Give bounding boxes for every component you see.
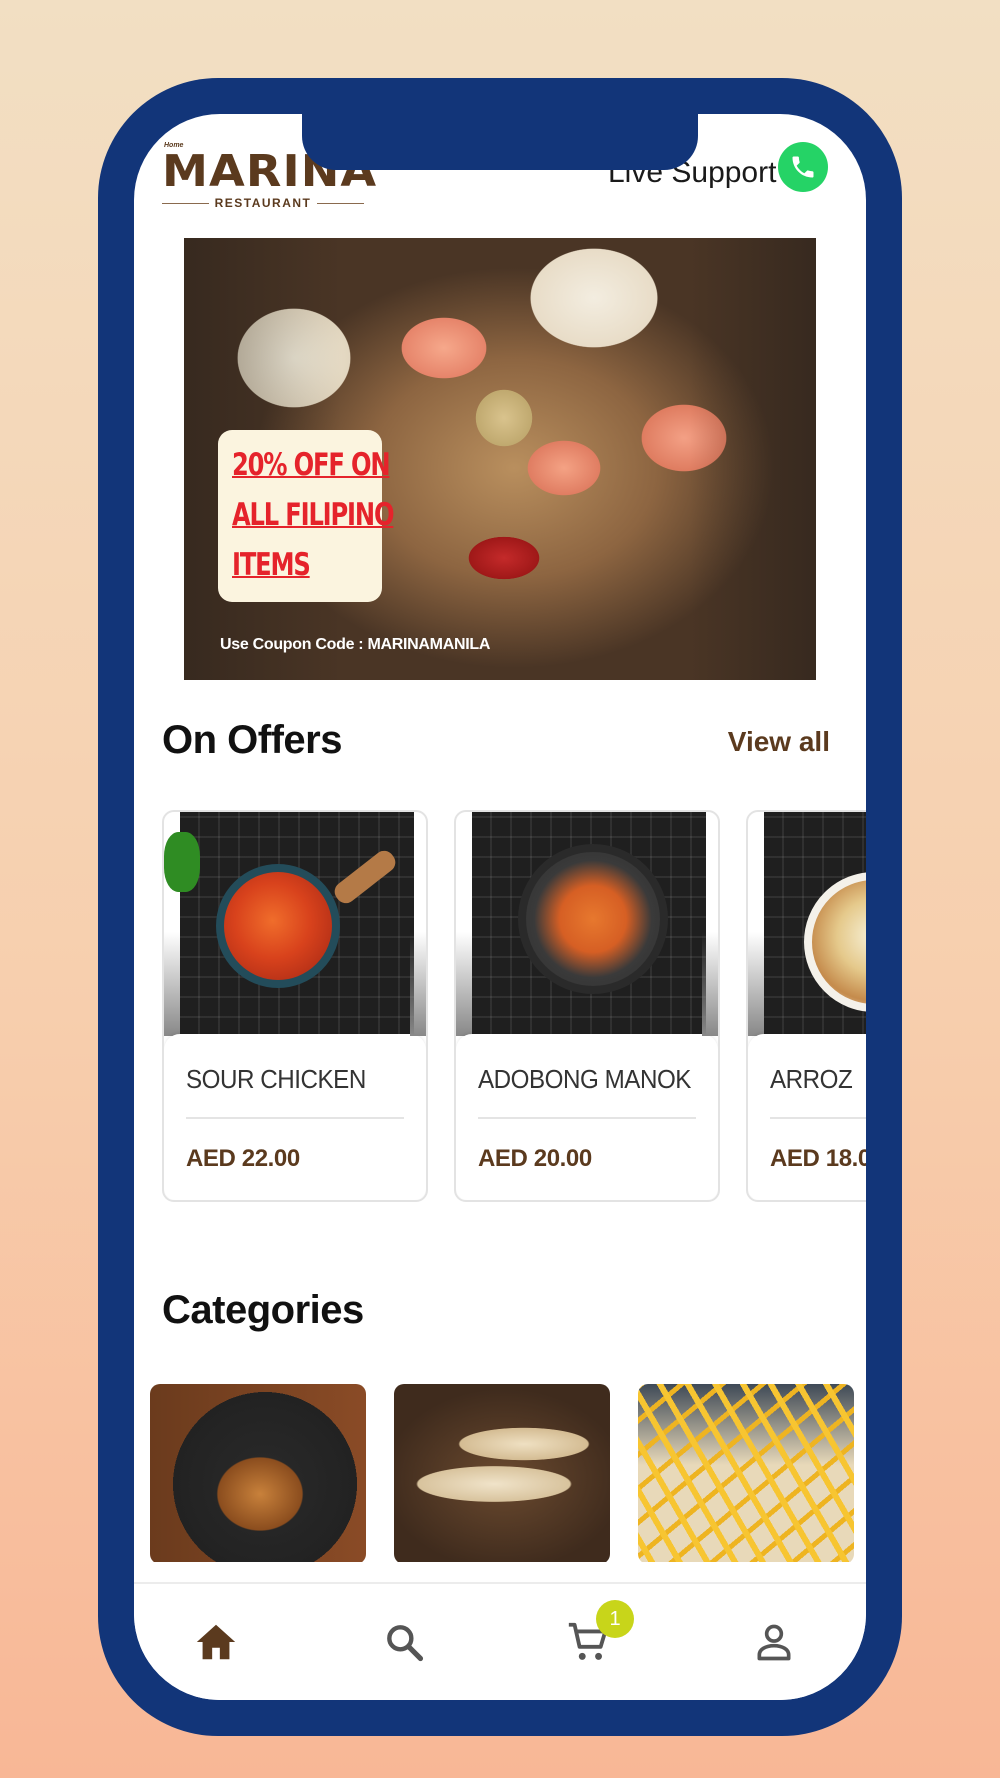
phone-frame: Home MARINA RESTAURANT Live Support 20% … (98, 78, 902, 1736)
nav-search-button[interactable] (376, 1614, 432, 1670)
promo-callout: 20% OFF ON ALL FILIPINO ITEMS (218, 430, 395, 602)
phone-notch (302, 114, 698, 170)
offer-divider (478, 1117, 696, 1119)
offer-card[interactable]: ARROZ AED 18.0 (746, 810, 866, 1202)
coupon-code-text: Use Coupon Code : MARINAMANILA (220, 636, 491, 653)
categories-carousel[interactable] (150, 1384, 854, 1564)
logo-rule-right (317, 202, 364, 204)
offer-divider (770, 1117, 866, 1119)
promo-line-1: 20% OFF ON (232, 447, 391, 483)
promo-line-3: ITEMS (232, 547, 311, 583)
categories-fade (134, 1562, 866, 1582)
offer-price: AED 18.0 (770, 1145, 866, 1172)
offer-info: ADOBONG MANOK AED 20.00 (456, 1034, 718, 1200)
offer-name: SOUR CHICKEN (186, 1064, 366, 1094)
offer-info: ARROZ AED 18.0 (748, 1034, 866, 1200)
offer-price: AED 20.00 (478, 1145, 592, 1172)
offer-image (472, 812, 706, 1036)
promo-banner[interactable]: 20% OFF ON ALL FILIPINO ITEMS Use Coupon… (184, 238, 816, 680)
whatsapp-icon[interactable] (778, 142, 828, 192)
nav-home-button[interactable] (188, 1614, 244, 1670)
logo-subtitle-row: RESTAURANT (162, 196, 364, 210)
home-icon (196, 1624, 236, 1660)
adobong-manok-dish (518, 844, 668, 994)
logo-subtitle: RESTAURANT (214, 196, 312, 210)
cart-count-badge: 1 (596, 1600, 634, 1638)
pepper-garnish (164, 832, 200, 892)
offer-card[interactable]: ADOBONG MANOK AED 20.00 (454, 810, 720, 1202)
category-card-fries[interactable] (638, 1384, 854, 1564)
category-card-wraps[interactable] (394, 1384, 610, 1564)
offer-name: ADOBONG MANOK (478, 1064, 691, 1094)
nav-profile-button[interactable] (746, 1614, 802, 1670)
offer-info: SOUR CHICKEN AED 22.00 (164, 1034, 426, 1200)
bottom-navigation: 1 (134, 1582, 866, 1700)
search-icon (387, 1625, 424, 1662)
nav-cart-button[interactable]: 1 (560, 1600, 634, 1670)
offer-name: ARROZ (770, 1064, 853, 1094)
phone-handset-icon (792, 156, 814, 178)
app-screen: Home MARINA RESTAURANT Live Support 20% … (134, 114, 866, 1700)
pan-handle (330, 846, 400, 908)
logo-rule-left (162, 202, 209, 204)
categories-title: Categories (162, 1288, 364, 1332)
offer-card[interactable]: SOUR CHICKEN AED 22.00 (162, 810, 428, 1202)
offer-divider (186, 1117, 404, 1119)
offer-price: AED 22.00 (186, 1145, 300, 1172)
view-all-link[interactable]: View all (728, 726, 830, 758)
category-card-chicken[interactable] (150, 1384, 366, 1564)
offer-image (764, 812, 866, 1036)
profile-icon (757, 1624, 791, 1661)
offers-carousel[interactable]: SOUR CHICKEN AED 22.00 ADOBONG MANOK AED… (162, 810, 866, 1210)
arroz-dish (804, 872, 866, 1012)
promo-line-2: ALL FILIPINO (232, 497, 395, 533)
sour-chicken-dish (216, 864, 340, 988)
offer-image (164, 812, 414, 1036)
offers-title: On Offers (162, 718, 342, 762)
